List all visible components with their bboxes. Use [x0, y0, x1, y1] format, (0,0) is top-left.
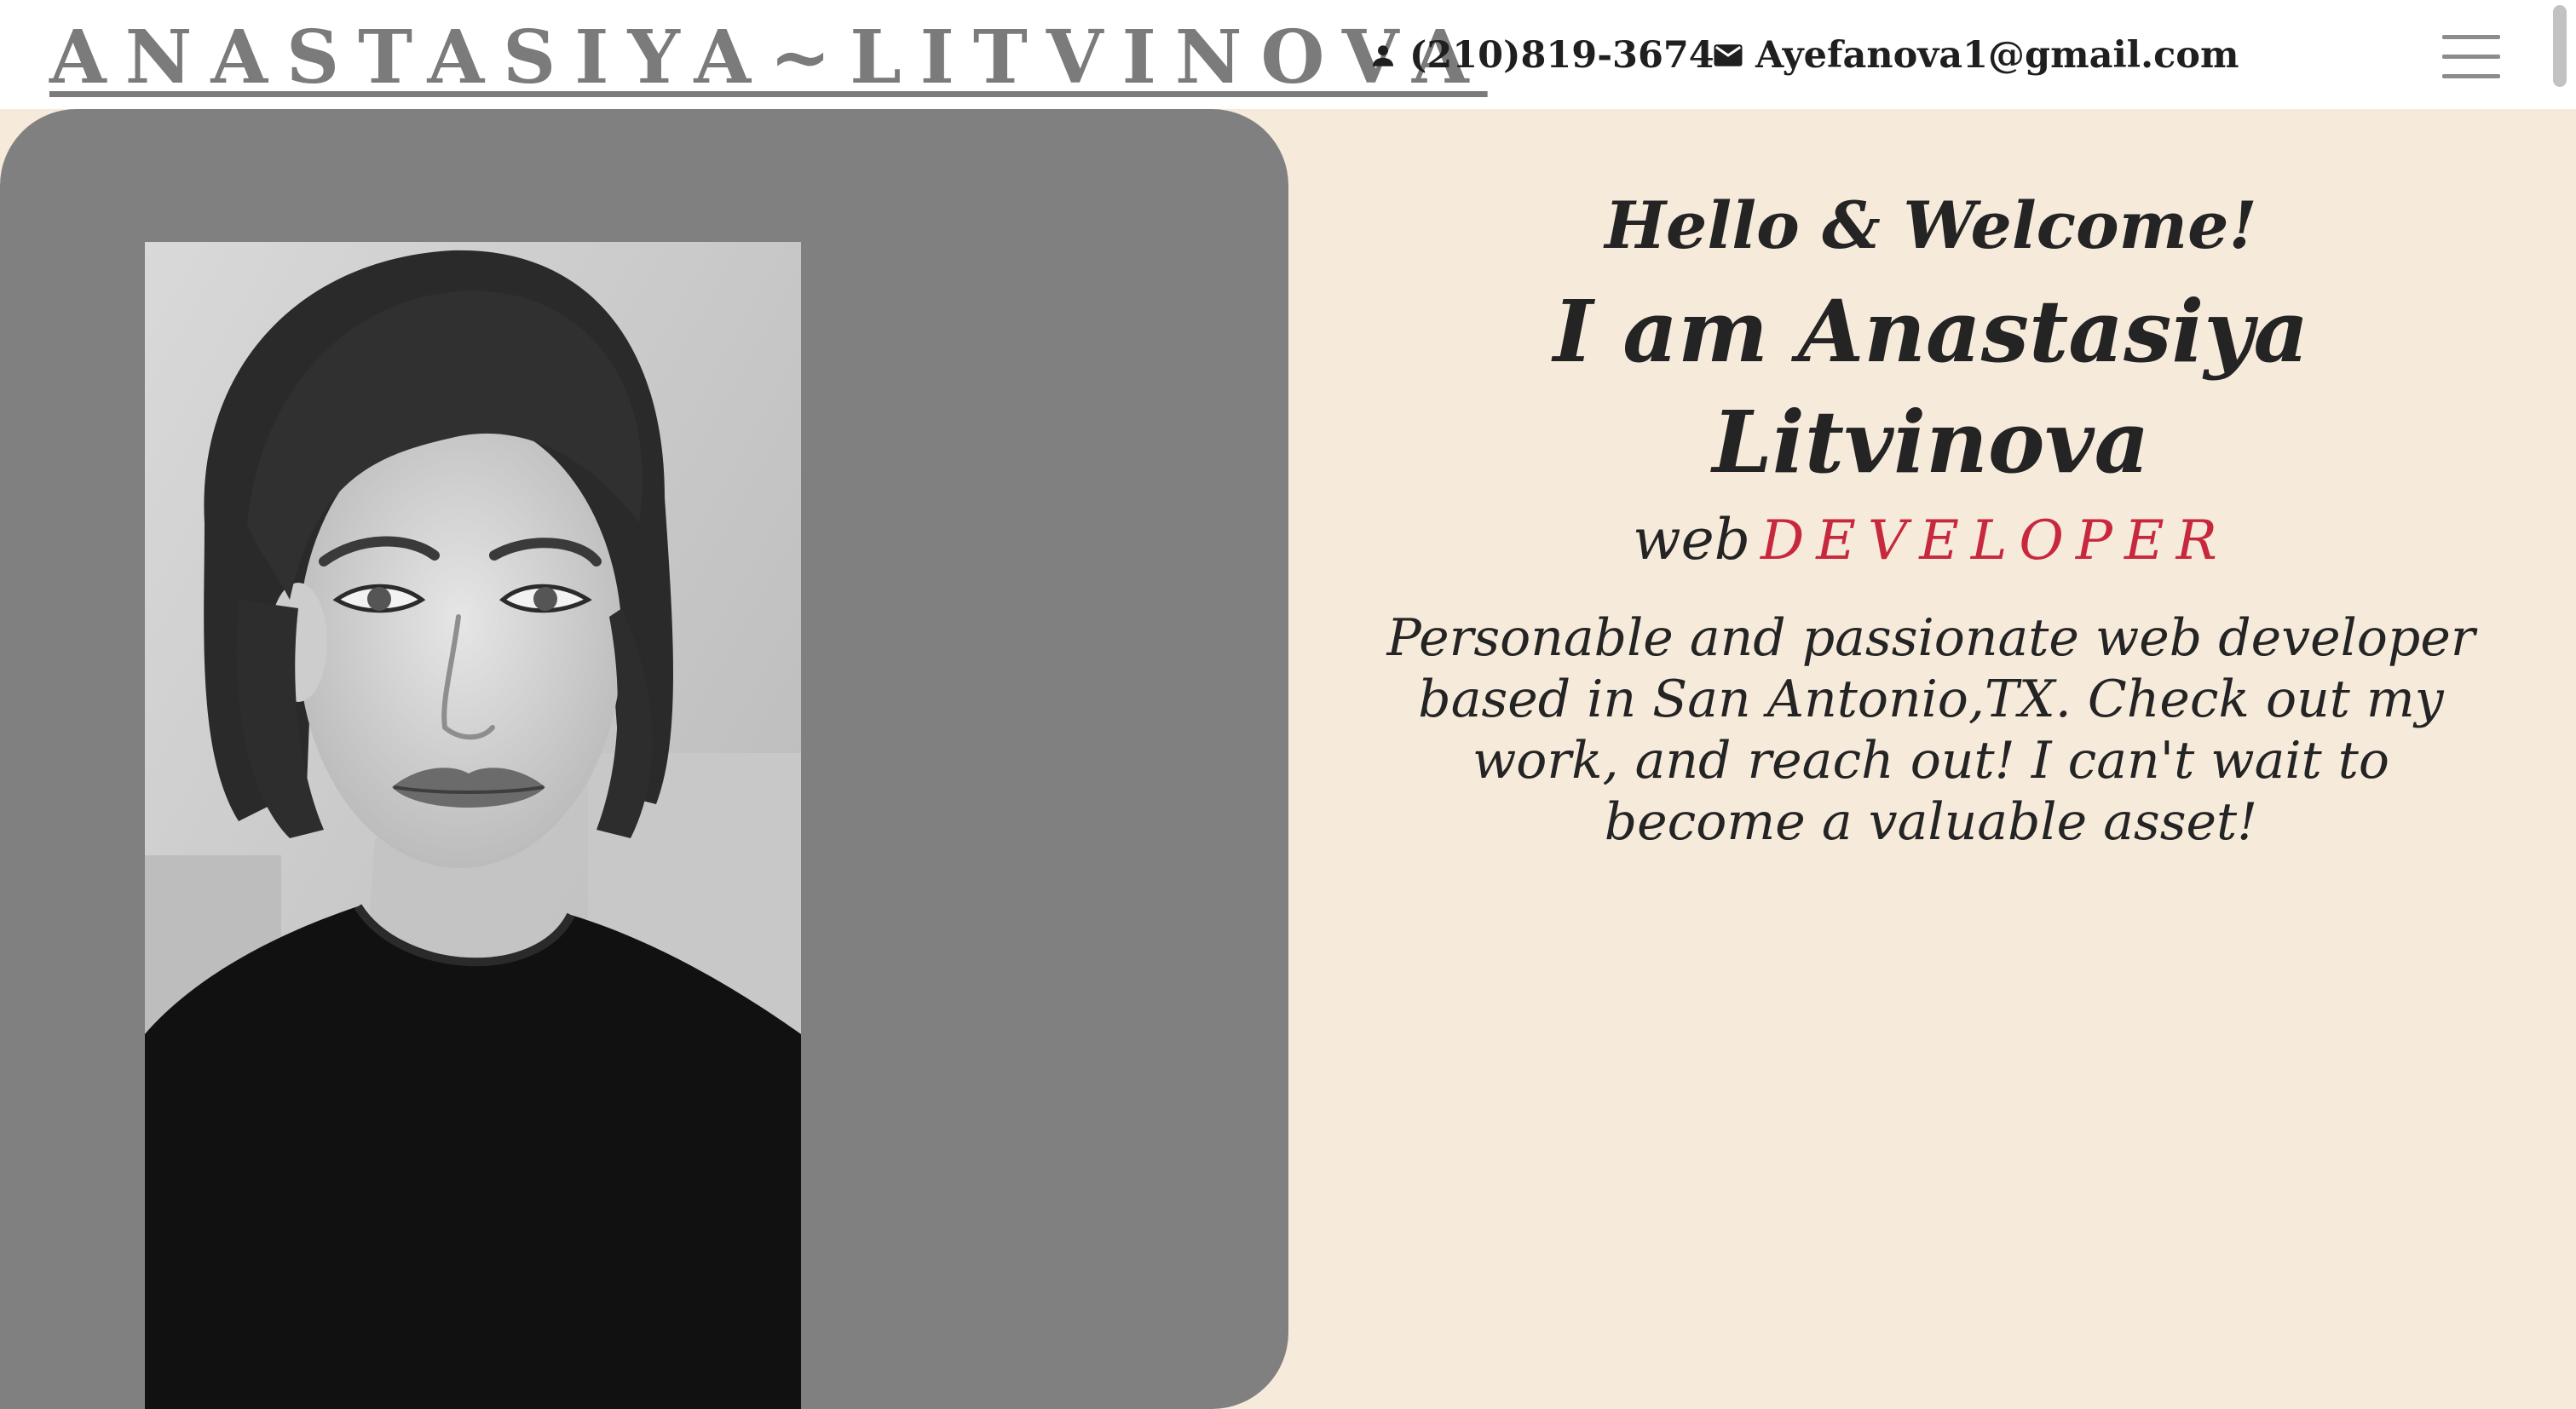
profile-photo — [145, 242, 801, 1409]
menu-line — [2442, 55, 2500, 59]
role-title: DEVELOPER — [1760, 509, 2229, 572]
role-line: web DEVELOPER — [1372, 503, 2490, 592]
scrollbar-thumb[interactable] — [2553, 5, 2567, 87]
person-icon — [1369, 41, 1397, 70]
email-address: Ayefanova1@gmail.com — [1755, 34, 2239, 77]
mail-icon — [1713, 43, 1743, 68]
phone-number: (210)819-3674 — [1409, 34, 1714, 77]
photo-panel — [0, 109, 1288, 1409]
greeting-heading: Hello & Welcome! — [1605, 187, 2257, 263]
hamburger-menu-icon[interactable] — [2442, 32, 2500, 80]
profile-photo-illustration — [145, 242, 801, 1409]
phone-link[interactable]: (210)819-3674 — [1369, 26, 1714, 85]
email-link[interactable]: Ayefanova1@gmail.com — [1713, 26, 2239, 85]
role-prefix: web — [1633, 507, 1750, 572]
menu-line — [2442, 74, 2500, 78]
site-logo-link[interactable]: ANASTASIYA~LITVINOVA — [49, 7, 1488, 109]
page-scrollbar[interactable] — [2550, 0, 2570, 94]
menu-line — [2442, 35, 2500, 39]
site-header: ANASTASIYA~LITVINOVA (210)819-3674 Ayefa… — [0, 0, 2576, 109]
bio-text: Personable and passionate web developer … — [1386, 608, 2475, 852]
intro-section: Hello & Welcome! I am Anastasiya Litvino… — [1372, 179, 2490, 853]
name-heading: I am Anastasiya Litvinova — [1553, 281, 2309, 492]
